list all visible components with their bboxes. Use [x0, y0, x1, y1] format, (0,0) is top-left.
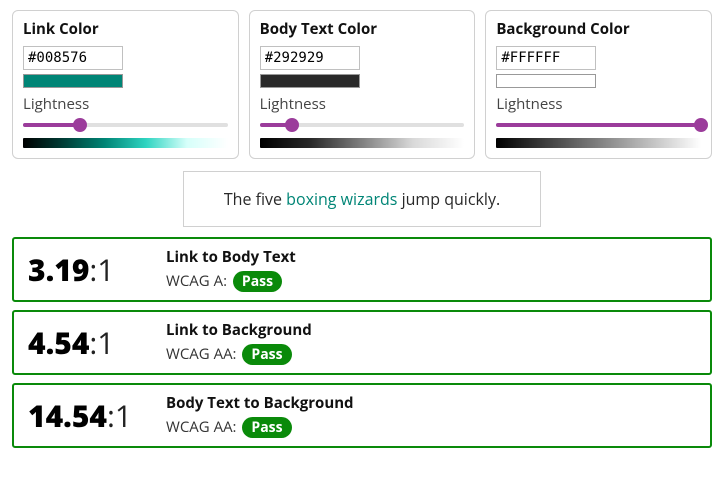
bg-gradient: [496, 138, 701, 148]
panel-link-color: Link Color Lightness: [12, 10, 239, 159]
ratio-value: 14.54:1: [28, 395, 148, 436]
sample-wrap: The five boxing wizards jump quickly.: [12, 171, 712, 227]
body-gradient: [260, 138, 465, 148]
body-lightness-slider[interactable]: [260, 118, 465, 132]
panel-body-text-color: Body Text Color Lightness: [249, 10, 476, 159]
link-lightness-slider[interactable]: [23, 118, 228, 132]
link-gradient: [23, 138, 228, 148]
result-info: Link to Body Text WCAG A: Pass: [166, 247, 296, 292]
panel-title: Body Text Color: [260, 19, 465, 39]
panel-title: Background Color: [496, 19, 701, 39]
ratio-suffix: :1: [89, 249, 114, 290]
color-panels: Link Color Lightness Body Text Color Lig…: [12, 10, 712, 159]
status-badge: Pass: [242, 344, 291, 365]
contrast-results: 3.19:1 Link to Body Text WCAG A: Pass 4.…: [12, 237, 712, 448]
wcag-level-label: WCAG AA:: [166, 344, 240, 364]
wcag-line: WCAG AA: Pass: [166, 417, 354, 438]
ratio-suffix: :1: [89, 322, 114, 363]
ratio-value: 3.19:1: [28, 249, 148, 290]
result-info: Body Text to Background WCAG AA: Pass: [166, 393, 354, 438]
sample-link[interactable]: boxing wizards: [286, 188, 397, 210]
wcag-level-label: WCAG A:: [166, 271, 231, 291]
ratio-main: 14.54: [28, 395, 107, 436]
status-badge: Pass: [242, 417, 291, 438]
result-title: Link to Body Text: [166, 247, 296, 267]
body-swatch: [260, 74, 360, 88]
panel-background-color: Background Color Lightness: [485, 10, 712, 159]
panel-title: Link Color: [23, 19, 228, 39]
result-link-to-background: 4.54:1 Link to Background WCAG AA: Pass: [12, 310, 712, 375]
bg-hex-input[interactable]: [496, 46, 596, 70]
result-body-to-background: 14.54:1 Body Text to Background WCAG AA:…: [12, 383, 712, 448]
bg-swatch: [496, 74, 596, 88]
result-title: Link to Background: [166, 320, 312, 340]
ratio-value: 4.54:1: [28, 322, 148, 363]
sample-text-box: The five boxing wizards jump quickly.: [183, 171, 541, 227]
slider-thumb[interactable]: [73, 118, 87, 132]
ratio-main: 4.54: [28, 322, 89, 363]
slider-thumb[interactable]: [285, 118, 299, 132]
result-link-to-body: 3.19:1 Link to Body Text WCAG A: Pass: [12, 237, 712, 302]
wcag-line: WCAG AA: Pass: [166, 344, 312, 365]
lightness-label: Lightness: [23, 94, 228, 114]
ratio-suffix: :1: [107, 395, 132, 436]
link-swatch: [23, 74, 123, 88]
bg-lightness-slider[interactable]: [496, 118, 701, 132]
result-info: Link to Background WCAG AA: Pass: [166, 320, 312, 365]
link-hex-input[interactable]: [23, 46, 123, 70]
ratio-main: 3.19: [28, 249, 89, 290]
slider-thumb[interactable]: [694, 118, 708, 132]
body-hex-input[interactable]: [260, 46, 360, 70]
wcag-line: WCAG A: Pass: [166, 271, 296, 292]
lightness-label: Lightness: [260, 94, 465, 114]
status-badge: Pass: [233, 271, 282, 292]
sample-before: The five: [224, 188, 286, 210]
slider-fill: [496, 123, 701, 127]
wcag-level-label: WCAG AA:: [166, 417, 240, 437]
slider-fill: [23, 123, 80, 127]
lightness-label: Lightness: [496, 94, 701, 114]
sample-after: jump quickly.: [397, 188, 500, 210]
result-title: Body Text to Background: [166, 393, 354, 413]
